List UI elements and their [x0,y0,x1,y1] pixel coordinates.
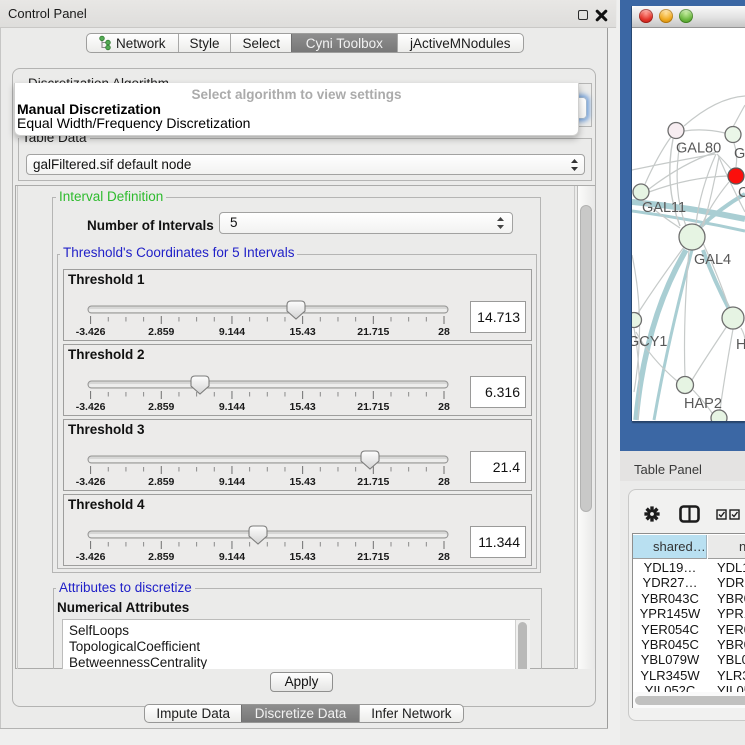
svg-text:15.43: 15.43 [289,551,315,563]
svg-text:21.715: 21.715 [357,326,389,338]
svg-text:-3.426: -3.426 [76,326,106,338]
svg-text:21.715: 21.715 [357,476,389,488]
svg-text:GAL…: GAL… [734,146,745,162]
svg-text:-3.426: -3.426 [76,476,106,488]
svg-text:28: 28 [438,476,450,488]
svg-text:21.715: 21.715 [357,551,389,563]
svg-text:9.144: 9.144 [219,476,245,488]
svg-text:9.144: 9.144 [219,326,245,338]
svg-text:21.715: 21.715 [357,401,389,413]
svg-text:HAP2: HAP2 [684,396,722,412]
svg-text:9.144: 9.144 [219,401,245,413]
svg-text:15.43: 15.43 [289,401,315,413]
svg-text:28: 28 [438,326,450,338]
svg-text:28: 28 [438,401,450,413]
svg-text:-3.426: -3.426 [76,401,106,413]
svg-text:2.859: 2.859 [148,326,174,338]
svg-text:GCY1: GCY1 [632,334,668,350]
svg-text:2.859: 2.859 [148,551,174,563]
svg-text:C…: C… [738,185,745,201]
svg-text:15.43: 15.43 [289,476,315,488]
svg-text:GAL4: GAL4 [694,252,731,268]
svg-text:15.43: 15.43 [289,326,315,338]
svg-text:H…: H… [736,337,745,353]
svg-text:-3.426: -3.426 [76,551,106,563]
svg-text:9.144: 9.144 [219,551,245,563]
svg-text:GAL11: GAL11 [642,200,686,216]
svg-text:2.859: 2.859 [148,401,174,413]
svg-text:28: 28 [438,551,450,563]
svg-text:2.859: 2.859 [148,476,174,488]
svg-text:GAL80: GAL80 [676,141,721,157]
